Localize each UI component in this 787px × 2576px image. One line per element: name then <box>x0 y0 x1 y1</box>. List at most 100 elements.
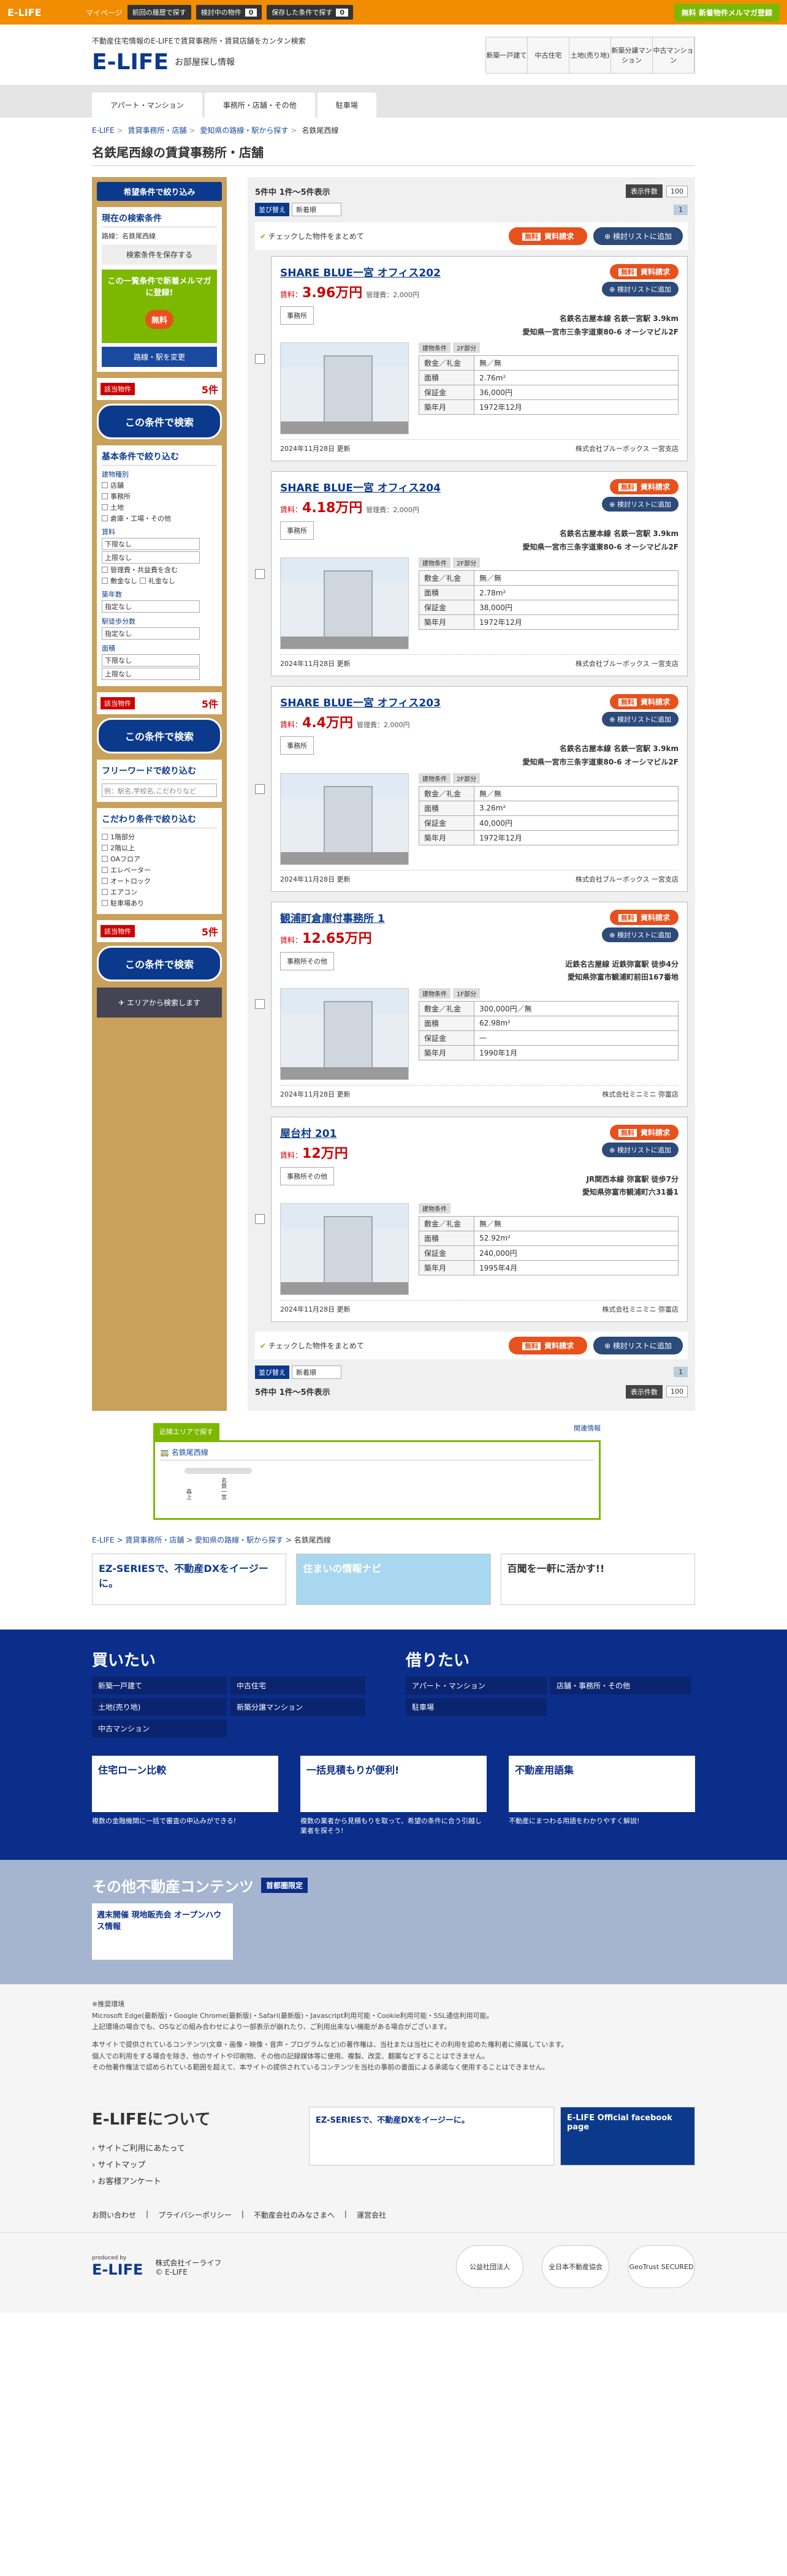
about-link[interactable]: › サイトご利用にあたって <box>92 2142 211 2153</box>
buy-link[interactable]: 中古マンション <box>92 1719 227 1737</box>
listing-agent[interactable]: 株式会社ブルーボックス 一宮支店 <box>576 444 679 453</box>
type-checkbox[interactable]: 倉庫・工場・その他 <box>102 513 217 523</box>
about-link[interactable]: › サイトマップ <box>92 2158 211 2170</box>
kodawari-checkbox[interactable]: 駐車場あり <box>102 898 217 908</box>
rent-link[interactable]: 店舗・事務所・その他 <box>550 1676 691 1694</box>
add-list-button[interactable]: ⊕ 検討リストに追加 <box>602 1142 679 1157</box>
rent-link[interactable]: アパート・マンション <box>406 1676 547 1694</box>
footer-link[interactable]: 不動産会社のみなさまへ <box>254 2210 335 2220</box>
listing-name[interactable]: 屋台村 201 <box>280 1125 352 1140</box>
listing-name[interactable]: SHARE BLUE一宮 オフィス203 <box>280 694 441 709</box>
station[interactable]: 名鉄一宮 <box>219 1478 227 1500</box>
site-logo[interactable]: E-LIFE <box>92 50 169 75</box>
moving-banner[interactable]: 一括見積もりが便利! 複数の業者から見積もりを取って、希望の条件に合う引越し業者を… <box>300 1755 487 1835</box>
bulk-add-list-button[interactable]: ⊕ 検討リストに追加 <box>593 227 683 245</box>
kodawari-checkbox[interactable]: エレベーター <box>102 865 217 875</box>
add-list-button[interactable]: ⊕ 検討リストに追加 <box>602 497 679 512</box>
hnav-item[interactable]: 新築分譲マンション <box>611 37 653 73</box>
bulk-request-button[interactable]: 無料 資料請求 <box>509 1336 588 1354</box>
area-high-select[interactable]: 上限なし <box>102 668 200 680</box>
hnav-item[interactable]: 新築一戸建て <box>486 37 528 73</box>
rent-link[interactable]: 駐車場 <box>406 1698 547 1716</box>
breadcrumb-item[interactable]: E-LIFE <box>92 126 115 135</box>
area-search-button[interactable]: ✈ エリアから検索します <box>97 988 222 1018</box>
kodawari-checkbox[interactable]: オートロック <box>102 876 217 886</box>
hnav-item[interactable]: 土地(売り地) <box>569 37 611 73</box>
ez-banner[interactable]: EZ-SERIESで、不動産DXをイージーに。 <box>309 2107 554 2166</box>
station[interactable]: 森上 <box>184 1489 192 1500</box>
bulk-request-button[interactable]: 無料 資料請求 <box>509 227 588 245</box>
page-number[interactable]: 1 <box>674 204 688 215</box>
breadcrumb-item[interactable]: E-LIFE <box>92 1536 115 1544</box>
gnav-item[interactable]: アパート・マンション <box>92 93 202 118</box>
buy-link[interactable]: 新築分譲マンション <box>230 1698 365 1716</box>
type-checkbox[interactable]: 土地 <box>102 502 217 512</box>
freeword-input[interactable]: 例：駅名,学校名,こだわりなど <box>102 784 217 797</box>
saved-search-button[interactable]: 保存した条件で探す 0 <box>267 5 354 20</box>
rent-opt-checkbox[interactable]: 敷金なし 礼金なし <box>102 576 217 586</box>
age-select[interactable]: 指定なし <box>102 600 200 613</box>
add-list-button[interactable]: ⊕ 検討リストに追加 <box>602 927 679 942</box>
promo-banner[interactable]: EZ-SERIESで、不動産DXをイージーに。 <box>92 1553 287 1605</box>
kodawari-checkbox[interactable]: エアコン <box>102 887 217 897</box>
per-page-select[interactable]: 100 <box>666 185 688 197</box>
sort-select[interactable]: 新着順 <box>292 1365 341 1379</box>
request-button[interactable]: 無料 資料請求 <box>609 479 679 495</box>
listing-photo[interactable] <box>280 342 409 435</box>
near-tab[interactable]: 近隣エリアで探す <box>153 1422 219 1440</box>
per-page-select[interactable]: 100 <box>666 1386 688 1398</box>
area-low-select[interactable]: 下限なし <box>102 654 200 667</box>
footer-logo[interactable]: E-LIFE <box>92 2261 143 2278</box>
listing-photo[interactable] <box>280 772 409 865</box>
request-button[interactable]: 無料 資料請求 <box>609 909 679 925</box>
promo-banner[interactable]: 百聞を一軒に活かす!! <box>500 1553 695 1605</box>
buy-link[interactable]: 新築一戸建て <box>92 1676 227 1694</box>
kodawari-checkbox[interactable]: 1階部分 <box>102 832 217 842</box>
openhouse-banner[interactable]: 週末開催 現地販売会 オープンハウス情報 <box>92 1903 233 1960</box>
gnav-item[interactable]: 事務所・店舗・その他 <box>204 93 315 118</box>
top-logo[interactable]: E-LIFE <box>7 7 81 18</box>
page-number[interactable]: 1 <box>674 1367 688 1378</box>
hnav-item[interactable]: 中古マンション <box>653 37 694 73</box>
search-button[interactable]: この条件で検索 <box>97 946 222 981</box>
sort-select[interactable]: 新着順 <box>292 203 341 216</box>
mypage-link[interactable]: マイページ <box>86 7 123 18</box>
request-button[interactable]: 無料 資料請求 <box>609 1124 679 1140</box>
listing-agent[interactable]: 株式会社ミニミニ 弥富店 <box>603 1304 679 1314</box>
breadcrumb-item[interactable]: 賃貸事務所・店舗 <box>128 126 187 135</box>
request-button[interactable]: 無料 資料請求 <box>609 264 679 279</box>
footer-link[interactable]: 運営会社 <box>357 2210 386 2220</box>
listing-photo[interactable] <box>280 988 409 1080</box>
listing-name[interactable]: 観浦町倉庫付事務所 1 <box>280 910 385 925</box>
listing-agent[interactable]: 株式会社ブルーボックス 一宮支店 <box>576 659 679 668</box>
buy-link[interactable]: 土地(売り地) <box>92 1698 227 1716</box>
bulk-add-list-button[interactable]: ⊕ 検討リストに追加 <box>593 1336 683 1354</box>
listing-checkbox[interactable] <box>255 568 265 579</box>
buy-link[interactable]: 中古住宅 <box>230 1676 365 1694</box>
rent-low-select[interactable]: 下限なし <box>102 538 200 550</box>
hnav-item[interactable]: 中古住宅 <box>528 37 569 73</box>
footer-link[interactable]: プライバシーポリシー <box>158 2210 232 2220</box>
gnav-item[interactable]: 駐車場 <box>317 93 376 118</box>
compare-button[interactable]: 検討中の物件 0 <box>196 5 262 20</box>
add-list-button[interactable]: ⊕ 検討リストに追加 <box>602 282 679 297</box>
glossary-banner[interactable]: 不動産用語集 不動産にまつわる用語をわかりやすく解説! <box>509 1755 695 1835</box>
near-line[interactable]: 🚃 名鉄尾西線 <box>160 1447 594 1460</box>
rent-opt-checkbox[interactable]: 管理費・共益費を含む <box>102 565 217 575</box>
request-button[interactable]: 無料 資料請求 <box>609 694 679 710</box>
search-button[interactable]: この条件で検索 <box>97 718 222 754</box>
type-checkbox[interactable]: 事務所 <box>102 491 217 501</box>
loan-banner[interactable]: 住宅ローン比較 複数の金融機関に一括で審査の申込みができる! <box>92 1755 278 1835</box>
promo-banner[interactable]: 住まいの情報ナビ <box>296 1553 491 1605</box>
type-checkbox[interactable]: 店舗 <box>102 480 217 490</box>
history-button[interactable]: 前回の履歴で探す <box>127 5 191 20</box>
breadcrumb-item[interactable]: 愛知県の路線・駅から探す <box>200 126 288 135</box>
kodawari-checkbox[interactable]: 2階以上 <box>102 843 217 853</box>
search-button[interactable]: この条件で検索 <box>97 404 222 439</box>
about-link[interactable]: › お客様アンケート <box>92 2175 211 2186</box>
add-list-button[interactable]: ⊕ 検討リストに追加 <box>602 712 679 727</box>
listing-checkbox[interactable] <box>255 1214 265 1225</box>
listing-checkbox[interactable] <box>255 999 265 1010</box>
listing-checkbox[interactable] <box>255 353 265 364</box>
mail-banner[interactable]: この一覧条件で新着メルマガに登録! 無料 <box>102 270 217 343</box>
